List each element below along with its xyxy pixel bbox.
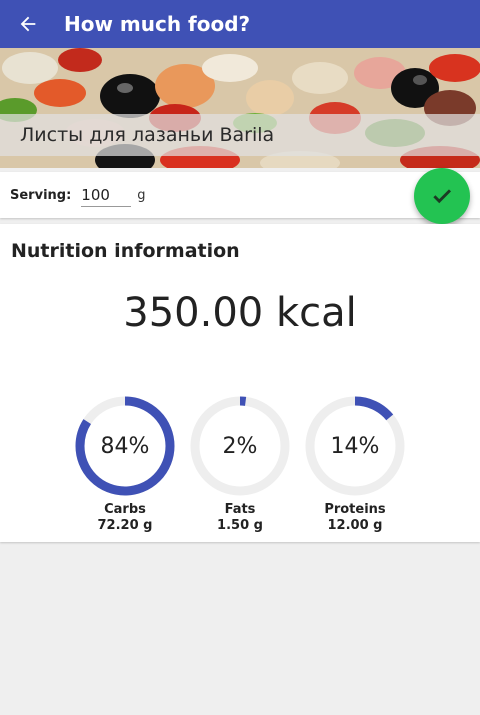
macro-fats: 2% Fats 1.50 g bbox=[190, 396, 290, 533]
serving-label: Serving: bbox=[10, 187, 72, 203]
product-name: Листы для лазаньи Barila bbox=[20, 124, 275, 146]
macro-percent: 2% bbox=[222, 433, 258, 459]
page-title: How much food? bbox=[64, 12, 251, 36]
macro-name: Carbs bbox=[104, 502, 146, 517]
macro-proteins: 14% Proteins 12.00 g bbox=[305, 396, 405, 533]
macro-amount: 72.20 g bbox=[97, 518, 153, 533]
macro-carbs: 84% Carbs 72.20 g bbox=[75, 396, 175, 533]
check-icon bbox=[433, 189, 452, 204]
macro-percent: 14% bbox=[330, 433, 380, 459]
nutrition-card: Nutrition information 350.00 kcal 84% Ca… bbox=[0, 224, 480, 542]
progress-ring: 2% bbox=[190, 396, 290, 496]
nutrition-title: Nutrition information bbox=[11, 240, 240, 262]
macro-name: Fats bbox=[224, 502, 256, 517]
macro-name: Proteins bbox=[324, 502, 386, 517]
app-bar: How much food? bbox=[0, 0, 480, 48]
progress-ring: 14% bbox=[305, 396, 405, 496]
arrow-back-icon bbox=[20, 16, 36, 32]
serving-unit: g bbox=[137, 187, 146, 203]
serving-row: Serving: g bbox=[0, 172, 480, 218]
macro-amount: 1.50 g bbox=[217, 518, 263, 533]
progress-ring: 84% bbox=[75, 396, 175, 496]
food-hero-image: Листы для лазаньи Barila bbox=[0, 48, 480, 168]
macro-amount: 12.00 g bbox=[327, 518, 383, 533]
confirm-button[interactable] bbox=[414, 168, 470, 224]
calories-value: 350.00 kcal bbox=[123, 290, 357, 336]
back-button[interactable] bbox=[0, 0, 56, 48]
macro-percent: 84% bbox=[100, 433, 150, 459]
serving-input[interactable] bbox=[81, 183, 132, 207]
product-name-band: Листы для лазаньи Barila bbox=[0, 114, 480, 156]
